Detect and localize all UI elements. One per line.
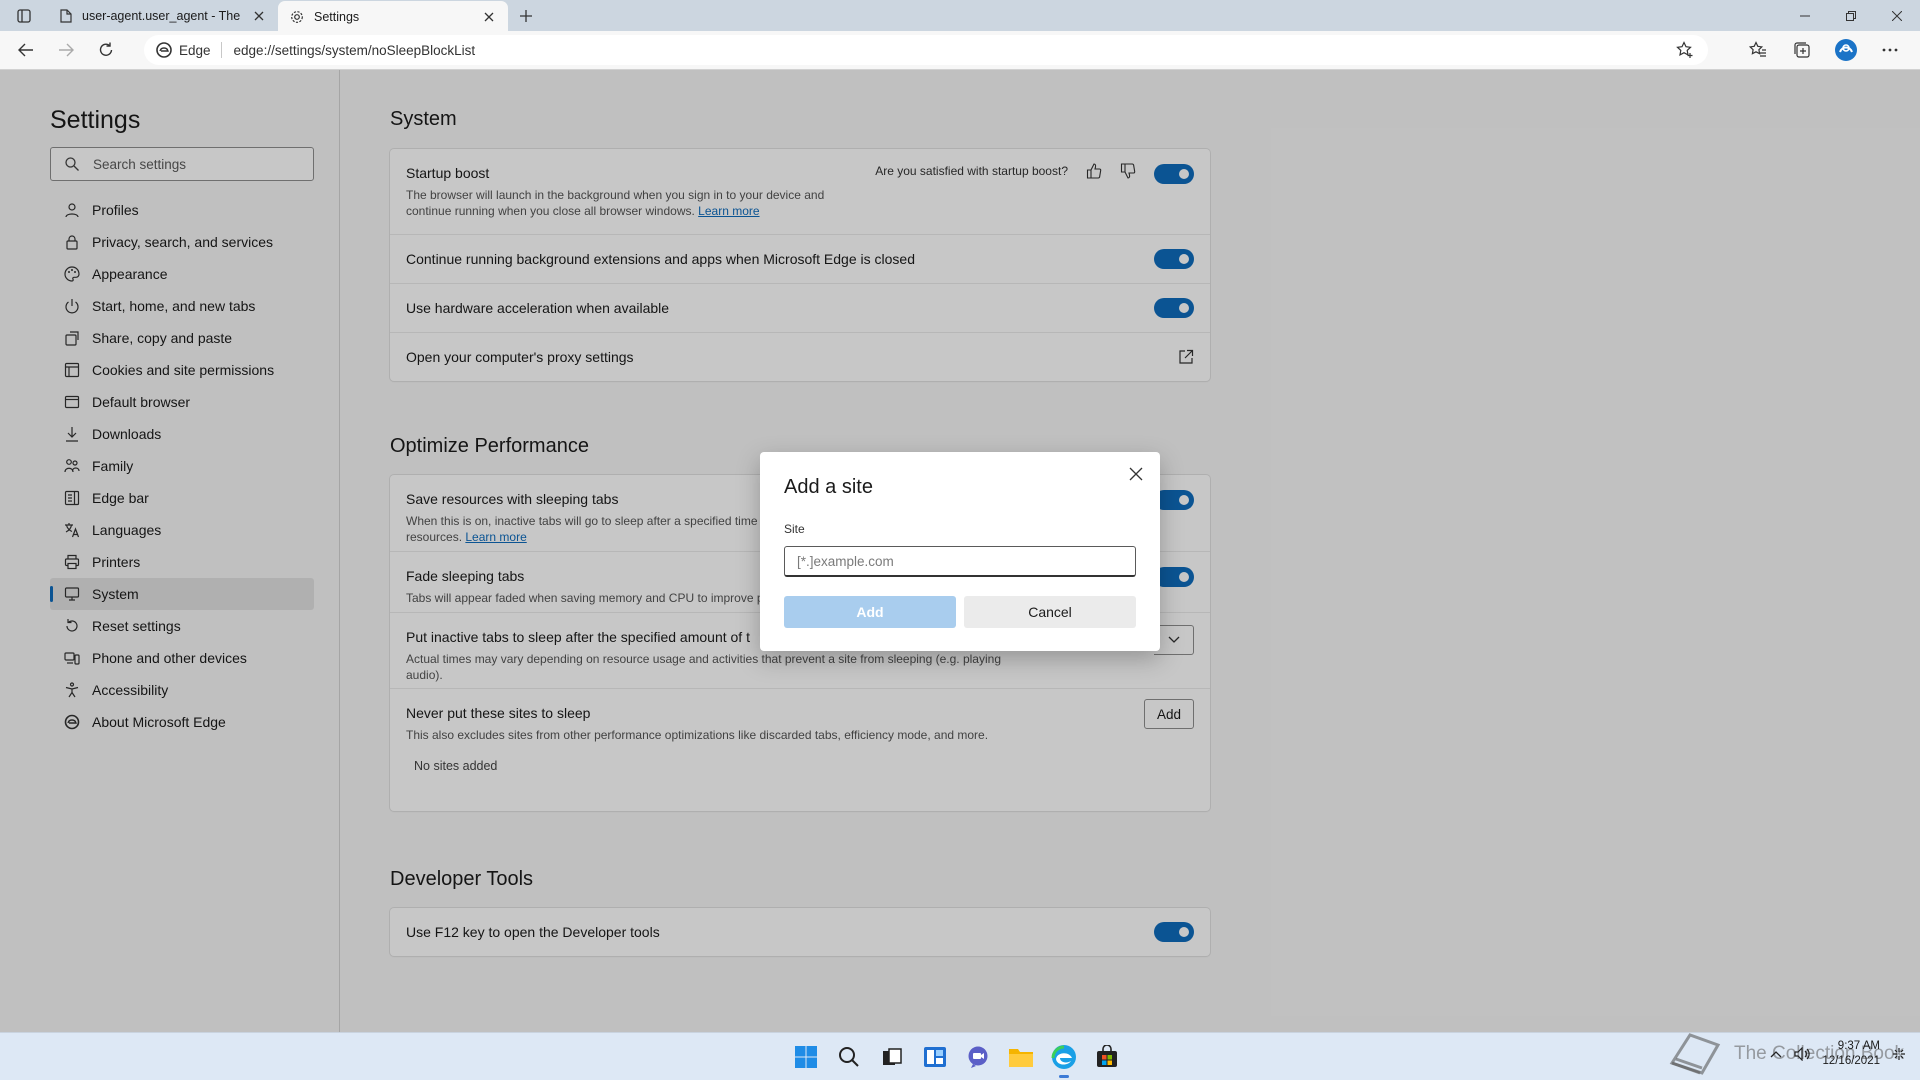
new-tab-button[interactable]: [508, 0, 544, 31]
site-label: Edge: [179, 42, 211, 58]
browser-toolbar: Edge edge://settings/system/noSleepBlock…: [0, 31, 1920, 70]
minimize-button[interactable]: [1782, 0, 1828, 31]
book-icon: [1669, 1033, 1721, 1075]
window-controls: [1782, 0, 1920, 31]
tab-actions-icon: [17, 8, 31, 23]
tab-title: user-agent.user_agent - The Coll: [82, 8, 240, 23]
tab-user-agent[interactable]: user-agent.user_agent - The Coll: [48, 0, 278, 31]
task-view-icon: [883, 1048, 902, 1065]
close-icon: [254, 11, 264, 20]
tab-title: Settings: [314, 9, 360, 24]
volume-icon[interactable]: [1794, 1047, 1811, 1061]
notification-icon[interactable]: [1892, 1047, 1906, 1061]
dialog-title: Add a site: [784, 476, 873, 498]
forward-arrow-icon: [59, 43, 74, 57]
tab-strip: user-agent.user_agent - The Coll Setting…: [0, 0, 1920, 32]
favorites-button[interactable]: [1740, 35, 1776, 65]
avatar-icon: [1835, 39, 1857, 61]
edge-logo-icon: [1051, 1045, 1076, 1069]
clock-time: 9:37 AM: [1837, 1040, 1880, 1052]
close-icon: [1129, 467, 1143, 481]
chat-button[interactable]: [962, 1041, 994, 1073]
minimize-icon: [1800, 15, 1810, 16]
widgets-icon: [924, 1047, 946, 1067]
star-add-icon: [1676, 41, 1693, 58]
toolbar-right: [1740, 35, 1908, 65]
back-button[interactable]: [8, 34, 44, 66]
edge-taskbar-button[interactable]: [1048, 1041, 1080, 1078]
refresh-button[interactable]: [88, 34, 124, 66]
collections-button[interactable]: [1784, 35, 1820, 65]
taskbar: The Collection Book 9:37 AM 12/16/2021: [0, 1032, 1920, 1080]
close-tab-button[interactable]: [250, 7, 268, 25]
chat-icon: [968, 1046, 988, 1068]
store-icon: [1097, 1045, 1117, 1067]
plus-icon: [520, 9, 532, 22]
restore-button[interactable]: [1828, 0, 1874, 31]
add-site-dialog: Add a site Site Add Cancel: [760, 452, 1160, 651]
close-icon: [484, 12, 494, 21]
site-input[interactable]: [784, 546, 1136, 577]
forward-button[interactable]: [48, 34, 84, 66]
edge-logo-icon: [156, 42, 172, 58]
taskbar-search-button[interactable]: [833, 1041, 865, 1073]
search-icon: [839, 1047, 859, 1067]
restore-icon: [1846, 10, 1856, 21]
more-button[interactable]: [1872, 35, 1908, 65]
more-dots-icon: [1882, 48, 1898, 52]
collections-icon: [1794, 42, 1810, 58]
page-icon: [60, 8, 72, 23]
close-tab-button[interactable]: [480, 8, 498, 26]
store-button[interactable]: [1091, 1041, 1123, 1073]
task-view-button[interactable]: [876, 1041, 908, 1073]
tab-settings[interactable]: Settings: [278, 1, 508, 32]
start-button[interactable]: [790, 1041, 822, 1073]
clock[interactable]: 9:37 AM 12/16/2021: [1822, 1039, 1880, 1069]
url-text: edge://settings/system/noSleepBlockList: [233, 42, 476, 58]
system-tray: 9:37 AM 12/16/2021: [1770, 1039, 1906, 1069]
favorites-icon: [1749, 41, 1766, 57]
site-field-label: Site: [784, 522, 805, 536]
profile-button[interactable]: [1828, 35, 1864, 65]
dialog-cancel-button[interactable]: Cancel: [964, 596, 1136, 628]
clock-date: 12/16/2021: [1822, 1055, 1880, 1067]
close-window-button[interactable]: [1874, 0, 1920, 31]
windows-logo-icon: [795, 1046, 817, 1068]
chevron-up-icon[interactable]: [1770, 1050, 1782, 1058]
file-explorer-button[interactable]: [1005, 1041, 1037, 1073]
folder-icon: [1009, 1049, 1033, 1067]
widgets-button[interactable]: [919, 1041, 951, 1073]
tab-actions-button[interactable]: [0, 0, 48, 31]
dialog-add-button[interactable]: Add: [784, 596, 956, 628]
dialog-close-button[interactable]: [1122, 460, 1150, 488]
favorite-button[interactable]: [1676, 41, 1694, 62]
taskbar-apps: [790, 1041, 1123, 1078]
gear-icon: [291, 10, 303, 23]
site-info-chip[interactable]: Edge: [156, 42, 222, 58]
address-bar[interactable]: Edge edge://settings/system/noSleepBlock…: [144, 35, 1708, 65]
refresh-icon: [99, 42, 113, 56]
close-icon: [1892, 10, 1902, 21]
back-arrow-icon: [18, 43, 33, 57]
